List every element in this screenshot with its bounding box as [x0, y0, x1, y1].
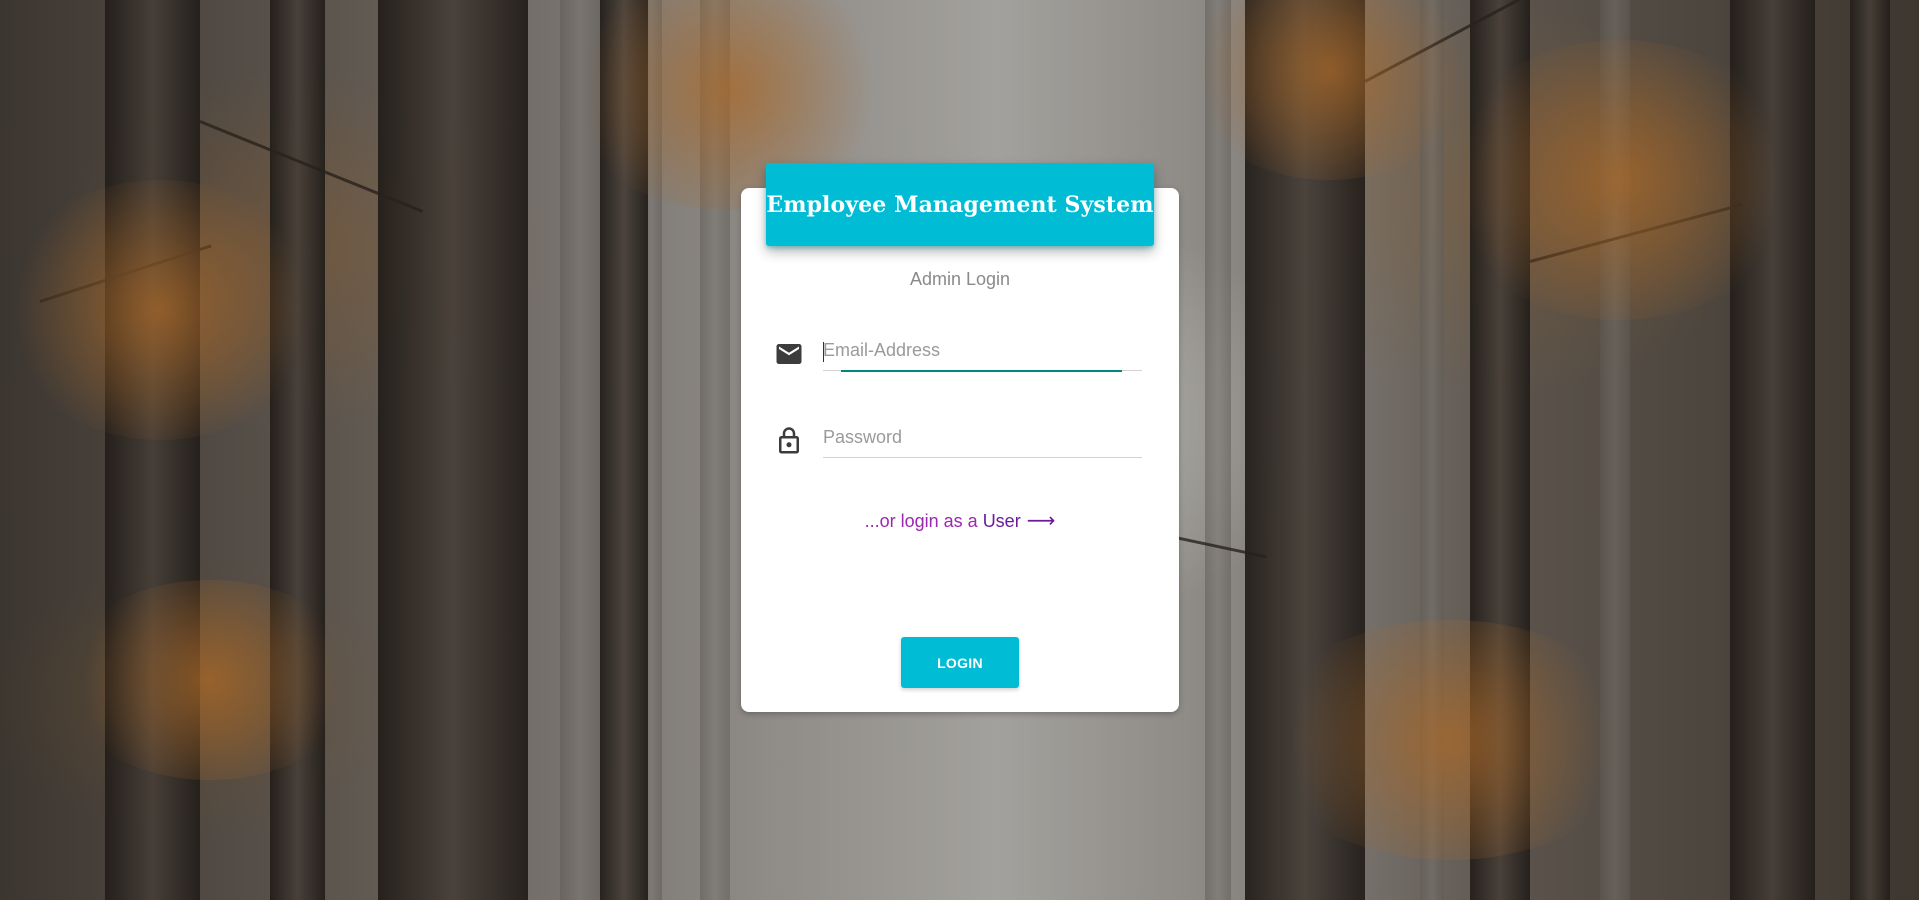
password-field[interactable] — [823, 418, 1142, 458]
email-row — [774, 331, 1142, 381]
mail-icon — [774, 339, 804, 369]
login-button[interactable]: LOGIN — [901, 637, 1019, 688]
email-field[interactable] — [823, 331, 1142, 371]
password-row — [774, 418, 1142, 468]
lock-icon — [774, 426, 804, 456]
alt-login-line: ...or login as a User ⟶ — [741, 508, 1179, 533]
card-header: Employee Management System — [766, 163, 1154, 246]
arrow-right-icon[interactable]: ⟶ — [1027, 508, 1056, 533]
alt-login-prefix: ...or login as a — [864, 511, 978, 531]
app-title: Employee Management System — [766, 191, 1154, 218]
user-login-link[interactable]: User — [983, 511, 1021, 531]
text-caret — [823, 342, 824, 362]
email-focus-underline — [841, 370, 1122, 372]
login-subtitle: Admin Login — [909, 269, 1011, 289]
